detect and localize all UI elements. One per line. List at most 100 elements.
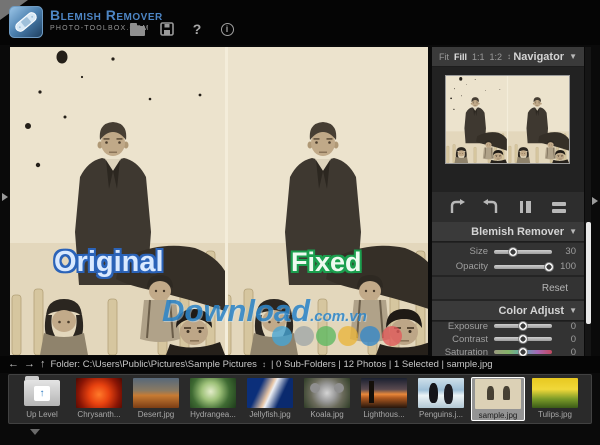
tulips-thumbnail	[532, 378, 578, 408]
navigator-thumbnail[interactable]	[445, 75, 570, 164]
hydrangeas-thumbnail	[190, 378, 236, 408]
zoom-fit-button[interactable]: Fit	[439, 52, 449, 62]
lighthouse-thumbnail	[361, 378, 407, 408]
folder-stats: | 0 Sub-Folders | 12 Photos | 1 Selected…	[271, 359, 493, 370]
app-window: Blemish Remover PHOTO-TOOLBOX.COM ? i	[0, 0, 600, 445]
split-horizontal-button[interactable]	[547, 198, 571, 216]
color-adjust-title: Color Adjust	[498, 305, 564, 317]
filmstrip-item-penguins[interactable]: Penguins.j...	[414, 377, 468, 421]
blemish-controls: Size 30 Opacity 100	[432, 243, 584, 275]
opacity-slider[interactable]	[494, 265, 552, 269]
watermark-dot	[382, 326, 402, 346]
forward-icon[interactable]: →	[24, 359, 35, 370]
zoom-fill-button[interactable]: Fill	[454, 52, 467, 62]
contrast-slider-label: Contrast	[440, 334, 494, 345]
filmstrip-item-desert[interactable]: Desert.jpg	[129, 377, 183, 421]
navigator-preview-area	[432, 67, 584, 192]
filmstrip-item-label: Chrysanth...	[77, 410, 120, 419]
app-logo-icon	[9, 6, 43, 38]
blemish-remover-title: Blemish Remover	[471, 226, 564, 238]
rotate-right-button[interactable]	[479, 198, 503, 216]
right-panel: Fit Fill 1:1 1:2 ↕ Navigator ▼	[432, 47, 584, 356]
rotate-right-icon	[482, 199, 500, 215]
exposure-slider-knob[interactable]	[518, 321, 528, 331]
filmstrip-item-label: sample.jpg	[479, 411, 518, 420]
zoom-1-1-button[interactable]: 1:1	[472, 52, 485, 62]
watermark-dot	[272, 326, 292, 346]
blemish-collapse-icon[interactable]: ▼	[569, 227, 577, 236]
contrast-slider[interactable]	[494, 337, 552, 341]
sort-icon[interactable]: ↕	[262, 360, 266, 369]
original-label: Original	[54, 246, 164, 279]
info-button[interactable]: i	[218, 21, 236, 37]
watermark: Download.com.vn	[162, 293, 367, 329]
opacity-slider-value: 100	[552, 261, 576, 272]
filmstrip-item-tulips[interactable]: Tulips.jpg	[528, 377, 582, 421]
photo-canvas[interactable]: Original Fixed Download.com.vn	[10, 47, 428, 355]
filmstrip-item-koala[interactable]: Koala.jpg	[300, 377, 354, 421]
help-icon: ?	[193, 21, 202, 37]
info-icon: i	[221, 23, 234, 36]
left-panel-expand-arrow[interactable]	[2, 193, 8, 201]
panel-scrollbar-thumb[interactable]	[586, 222, 591, 324]
filmstrip-item-hydrangeas[interactable]: Hydrangea...	[186, 377, 240, 421]
up-arrow-icon: ↑	[34, 386, 50, 401]
contrast-slider-value: 0	[552, 334, 576, 345]
folder-path: Folder: C:\Users\Public\Pictures\Sample …	[51, 359, 257, 370]
toolbar: ? i	[128, 21, 236, 37]
desert-thumbnail	[133, 378, 179, 408]
blemish-remover-header[interactable]: Blemish Remover ▼	[432, 222, 584, 242]
fixed-label: Fixed	[291, 247, 362, 278]
up-level-folder-icon: ↑	[19, 378, 65, 408]
filmstrip-item-label: Desert.jpg	[138, 410, 174, 419]
navigator-title: Navigator	[513, 51, 564, 63]
reset-row: Reset	[432, 277, 584, 299]
split-vertical-icon	[516, 199, 534, 215]
size-slider-row: Size 30	[432, 246, 584, 258]
split-vertical-button[interactable]	[513, 198, 537, 216]
opacity-slider-label: Opacity	[440, 261, 494, 272]
filmstrip-item-sample-selected[interactable]: sample.jpg	[471, 377, 525, 421]
koala-thumbnail	[304, 378, 350, 408]
exposure-slider[interactable]	[494, 324, 552, 328]
filmstrip: ↑ Up Level Chrysanth... Desert.jpg Hydra…	[8, 374, 592, 424]
filmstrip-scroll-down-icon[interactable]	[30, 429, 40, 435]
zoom-1-2-button[interactable]: 1:2	[490, 52, 503, 62]
watermark-dot	[360, 326, 380, 346]
saturation-slider[interactable]	[494, 350, 552, 354]
reset-button[interactable]: Reset	[542, 283, 568, 294]
filmstrip-item-jellyfish[interactable]: Jellyfish.jpg	[243, 377, 297, 421]
filmstrip-item-label: Up Level	[26, 410, 58, 419]
filmstrip-item-label: Lighthous...	[363, 410, 404, 419]
filmstrip-item-lighthouse[interactable]: Lighthous...	[357, 377, 411, 421]
rotate-left-icon	[448, 199, 466, 215]
size-slider-label: Size	[440, 246, 494, 257]
color-adjust-header[interactable]: Color Adjust ▼	[432, 301, 584, 321]
up-level-icon[interactable]: ↑	[40, 359, 46, 370]
opacity-slider-knob[interactable]	[544, 262, 554, 272]
size-slider-value: 30	[552, 246, 576, 257]
contrast-slider-knob[interactable]	[518, 334, 528, 344]
penguins-thumbnail	[418, 378, 464, 408]
filmstrip-item-chrysanthemum[interactable]: Chrysanth...	[72, 377, 126, 421]
back-icon[interactable]: ←	[8, 359, 19, 370]
navigator-collapse-icon[interactable]: ▼	[569, 52, 577, 61]
title-bar: Blemish Remover PHOTO-TOOLBOX.COM ? i	[0, 0, 600, 45]
rotate-left-button[interactable]	[445, 198, 469, 216]
size-slider[interactable]	[494, 250, 552, 254]
filmstrip-item-up-level[interactable]: ↑ Up Level	[15, 377, 69, 421]
right-panel-expand-arrow[interactable]	[592, 197, 598, 205]
navigator-header[interactable]: Fit Fill 1:1 1:2 ↕ Navigator ▼	[432, 47, 584, 67]
zoom-spinner-icon[interactable]: ↕	[507, 52, 511, 61]
watermark-dot	[316, 326, 336, 346]
open-folder-button[interactable]	[128, 21, 146, 37]
size-slider-knob[interactable]	[508, 247, 518, 257]
color-adjust-collapse-icon[interactable]: ▼	[569, 306, 577, 315]
contrast-slider-row: Contrast 0	[432, 334, 584, 345]
save-button[interactable]	[158, 21, 176, 37]
help-button[interactable]: ?	[188, 21, 206, 37]
filmstrip-item-label: Koala.jpg	[310, 410, 343, 419]
zoom-options: Fit Fill 1:1 1:2 ↕	[439, 52, 511, 62]
jellyfish-thumbnail	[247, 378, 293, 408]
color-adjust-controls: Exposure 0 Contrast 0 Saturation 0	[432, 322, 584, 356]
